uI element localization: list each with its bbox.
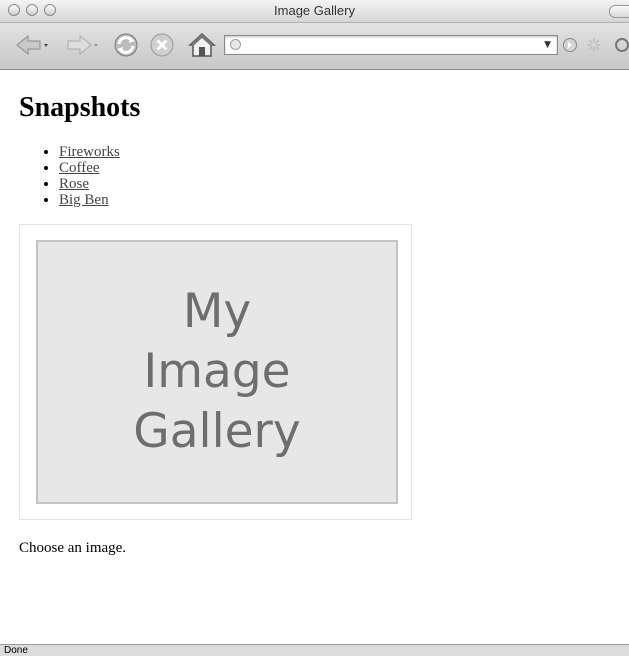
forward-arrow-icon [67, 34, 98, 56]
go-icon [563, 38, 577, 52]
gallery-link-rose[interactable]: Rose [59, 176, 89, 192]
home-icon [188, 32, 216, 57]
list-item: Fireworks [59, 144, 120, 160]
page-content: Snapshots Fireworks Coffee Rose Big Ben … [0, 70, 629, 644]
gallery-link-fireworks[interactable]: Fireworks [59, 144, 120, 160]
gallery-link-big-ben[interactable]: Big Ben [59, 192, 109, 208]
reload-icon [114, 33, 138, 57]
search-icon [615, 38, 629, 52]
go-button[interactable] [560, 30, 580, 60]
page-heading: Snapshots [19, 92, 141, 123]
navigation-toolbar: ▼ [0, 23, 629, 70]
placeholder-image: My Image Gallery [36, 240, 398, 504]
list-item: Big Ben [59, 192, 120, 208]
window-title: Image Gallery [274, 3, 355, 18]
address-bar[interactable]: ▼ [224, 35, 558, 55]
home-button[interactable] [186, 30, 218, 60]
image-description: Choose an image. [19, 540, 127, 556]
image-frame: My Image Gallery [19, 224, 412, 520]
placeholder-line: Image [143, 344, 291, 399]
url-input[interactable] [247, 37, 527, 53]
url-history-dropdown-icon[interactable]: ▼ [544, 40, 551, 50]
gallery-link-list: Fireworks Coffee Rose Big Ben [19, 144, 120, 208]
back-button[interactable] [14, 30, 50, 60]
page-favicon-icon [230, 39, 241, 50]
reload-button[interactable] [108, 30, 144, 60]
browser-window: Image Gallery ▼ Snapshots • Fireworks • … [0, 0, 629, 656]
loading-indicator [584, 30, 604, 60]
stop-button[interactable] [146, 30, 178, 60]
gallery-link-coffee[interactable]: Coffee [59, 160, 100, 176]
status-bar: Done [0, 644, 629, 656]
title-bar: Image Gallery [0, 0, 629, 23]
spinner-icon [587, 38, 601, 52]
placeholder-line: My [182, 284, 252, 339]
back-arrow-icon [16, 34, 48, 56]
list-item: Coffee [59, 160, 120, 176]
list-item: Rose [59, 176, 120, 192]
placeholder-text: My Image Gallery [133, 282, 300, 462]
toolbar-toggle-button[interactable] [609, 5, 629, 18]
placeholder-line: Gallery [133, 404, 301, 459]
forward-button[interactable] [64, 30, 100, 60]
search-engine-button[interactable] [612, 30, 629, 60]
stop-icon [150, 33, 174, 57]
